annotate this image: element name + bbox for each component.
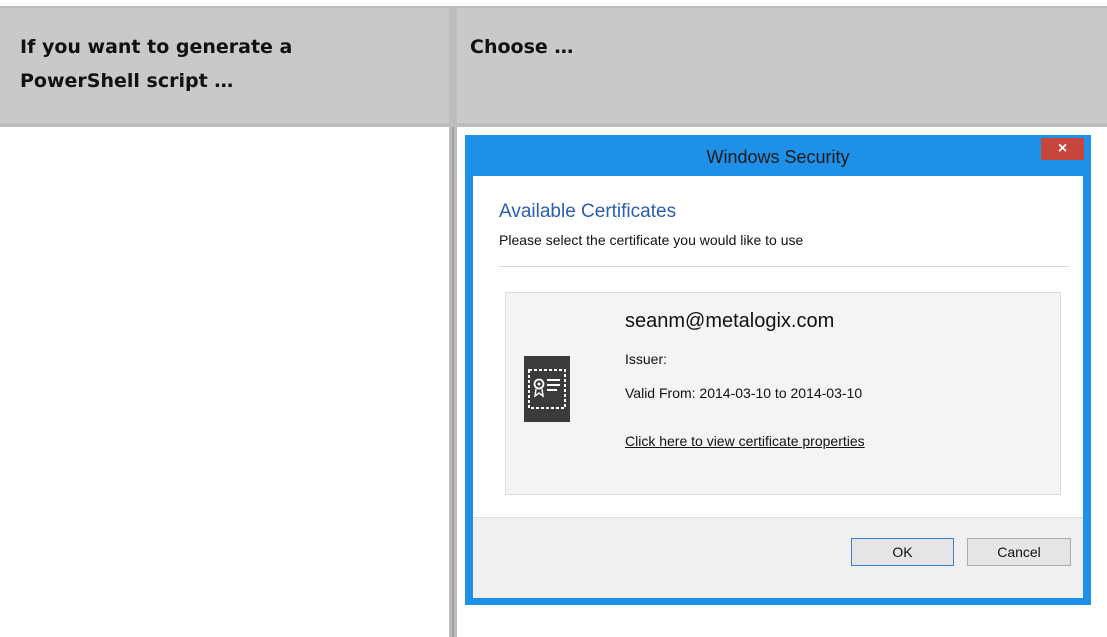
table-column-divider-inner xyxy=(452,127,454,637)
certificate-validity: Valid From: 2014-03-10 to 2014-03-10 xyxy=(625,385,863,401)
dialog-footer: OK Cancel xyxy=(473,517,1083,598)
table-header-left: If you want to generate a PowerShell scr… xyxy=(0,8,449,123)
table-header-divider xyxy=(0,123,1107,127)
header-left-text: If you want to generate a PowerShell scr… xyxy=(20,36,293,92)
dialog-separator xyxy=(499,266,1069,267)
cancel-button[interactable]: Cancel xyxy=(967,538,1071,566)
certificate-icon xyxy=(524,356,570,422)
dialog-subheading: Please select the certificate you would … xyxy=(499,232,804,248)
documentation-table: If you want to generate a PowerShell scr… xyxy=(0,0,1107,637)
certificate-issuer: Issuer: xyxy=(625,351,668,367)
view-certificate-properties-link[interactable]: Click here to view certificate propertie… xyxy=(625,431,865,452)
close-button[interactable]: × xyxy=(1041,138,1084,160)
ok-button[interactable]: OK xyxy=(851,538,954,566)
certificate-email: seanm@metalogix.com xyxy=(625,310,835,332)
dialog-title-bar[interactable]: Windows Security × xyxy=(465,135,1091,176)
table-header-right: Choose … xyxy=(457,8,1107,123)
certificate-tile[interactable]: seanm@metalogix.com Issuer: Valid From: … xyxy=(505,292,1061,495)
windows-security-dialog: Windows Security × Available Certificate… xyxy=(465,135,1091,605)
close-icon: × xyxy=(1057,140,1068,157)
dialog-heading: Available Certificates xyxy=(499,201,677,222)
dialog-title: Windows Security xyxy=(706,147,850,167)
dialog-body: Available Certificates Please select the… xyxy=(473,176,1083,598)
header-right-text: Choose … xyxy=(470,36,574,58)
